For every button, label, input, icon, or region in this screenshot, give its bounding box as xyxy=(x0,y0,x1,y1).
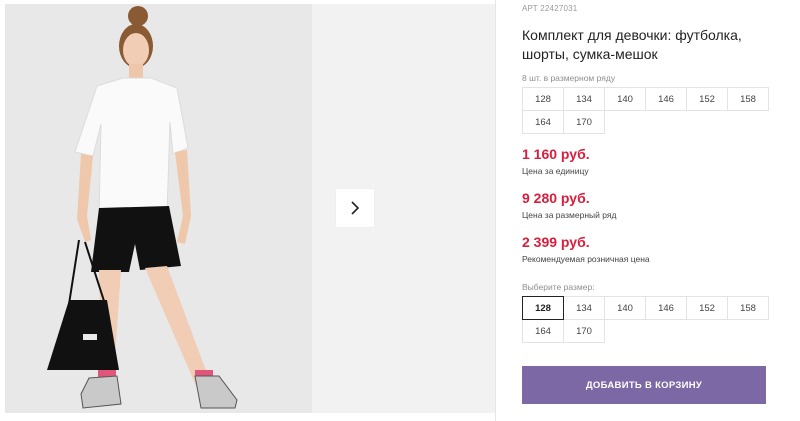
size-selector: 128 134 140 146 152 158 164 170 xyxy=(522,296,777,343)
retail-price-label: Рекомендуемая розничная цена xyxy=(522,254,650,264)
product-info: АРТ 22427031 Комплект для девочки: футбо… xyxy=(522,4,777,404)
pack-sizes-grid: 128 134 140 146 152 158 164 170 xyxy=(522,87,777,134)
pack-size-170: 170 xyxy=(563,110,605,134)
size-option-152[interactable]: 152 xyxy=(686,296,728,320)
choose-size-label: Выберите размер: xyxy=(522,282,595,292)
unit-price-label: Цена за единицу xyxy=(522,166,589,176)
size-option-134[interactable]: 134 xyxy=(563,296,605,320)
pack-size-164: 164 xyxy=(522,110,564,134)
pack-price-label: Цена за размерный ряд xyxy=(522,210,617,220)
size-option-128[interactable]: 128 xyxy=(522,296,564,320)
size-option-164[interactable]: 164 xyxy=(522,319,564,343)
pack-sizes-label: 8 шт. в размерном ряду xyxy=(522,73,616,83)
pack-price: 9 280 руб. xyxy=(522,190,590,206)
size-option-158[interactable]: 158 xyxy=(727,296,769,320)
product-title: Комплект для девочки: футболка, шорты, с… xyxy=(522,27,742,62)
add-to-cart-button[interactable]: ДОБАВИТЬ В КОРЗИНУ xyxy=(522,366,766,404)
sku-label: АРТ xyxy=(522,4,538,13)
chevron-right-icon xyxy=(351,201,360,215)
product-sku: АРТ 22427031 xyxy=(522,4,777,16)
pack-size-134: 134 xyxy=(563,87,605,111)
pack-size-140: 140 xyxy=(604,87,646,111)
retail-price: 2 399 руб. xyxy=(522,234,590,250)
size-option-140[interactable]: 140 xyxy=(604,296,646,320)
pack-size-146: 146 xyxy=(645,87,687,111)
pack-size-128: 128 xyxy=(522,87,564,111)
product-photo-illustration xyxy=(5,4,312,413)
pack-size-158: 158 xyxy=(727,87,769,111)
unit-price: 1 160 руб. xyxy=(522,146,590,162)
size-option-170[interactable]: 170 xyxy=(563,319,605,343)
product-gallery xyxy=(5,4,495,413)
product-photo xyxy=(5,4,312,413)
sku-value: 22427031 xyxy=(540,4,578,13)
pack-size-152: 152 xyxy=(686,87,728,111)
size-option-146[interactable]: 146 xyxy=(645,296,687,320)
panel-divider xyxy=(495,0,496,421)
next-image-button[interactable] xyxy=(336,189,374,227)
